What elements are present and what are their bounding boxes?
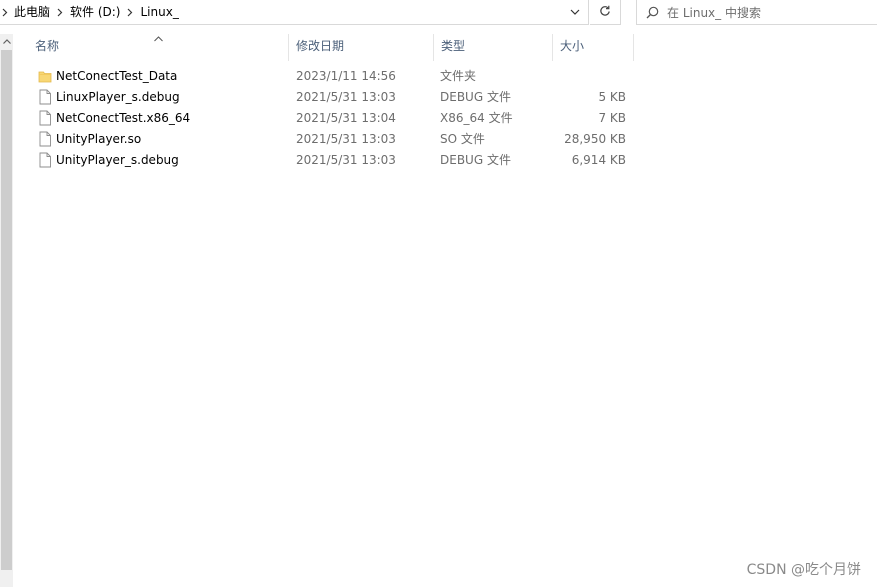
file-row-linuxplayer-debug[interactable]: LinuxPlayer_s.debug 2021/5/31 13:03 DEBU…: [28, 87, 648, 108]
file-date: 2021/5/31 13:03: [296, 132, 396, 146]
file-size: 6,914 KB: [571, 153, 626, 167]
file-size: 5 KB: [598, 90, 626, 104]
sort-ascending-icon: [154, 28, 163, 53]
file-name: NetConectTest_Data: [56, 69, 178, 83]
column-header-type-label: 类型: [441, 39, 466, 53]
column-header-type[interactable]: 类型: [434, 34, 553, 61]
breadcrumb-drive-d[interactable]: 软件 (D:): [66, 1, 124, 23]
file-icon: [38, 89, 52, 105]
file-row-unityplayer-so[interactable]: UnityPlayer.so 2021/5/31 13:03 SO 文件 28,…: [28, 129, 648, 150]
file-icon: [38, 131, 52, 147]
file-type: X86_64 文件: [440, 111, 513, 125]
file-date: 2021/5/31 13:04: [296, 111, 396, 125]
column-header-row: 名称 修改日期 类型 大小: [28, 34, 648, 61]
search-input[interactable]: 在 Linux_ 中搜索: [667, 4, 761, 21]
folder-icon: [38, 68, 52, 84]
column-header-date[interactable]: 修改日期: [289, 34, 434, 61]
file-type: DEBUG 文件: [440, 90, 511, 104]
file-name: UnityPlayer.so: [56, 132, 142, 146]
file-name: UnityPlayer_s.debug: [56, 153, 179, 167]
top-bar: 此电脑 软件 (D:) Linux_ 在 Linux_ 中搜索: [0, 0, 877, 25]
column-header-name-label: 名称: [35, 39, 60, 53]
file-size: 7 KB: [598, 111, 626, 125]
chevron-right-icon[interactable]: [0, 8, 10, 17]
vertical-scrollbar[interactable]: [0, 34, 13, 587]
chevron-right-icon[interactable]: [124, 8, 136, 17]
file-row-unityplayer-debug[interactable]: UnityPlayer_s.debug 2021/5/31 13:03 DEBU…: [28, 150, 648, 171]
file-icon: [38, 152, 52, 168]
scroll-up-arrow-icon[interactable]: [0, 34, 13, 48]
breadcrumb-linux-folder[interactable]: Linux_: [136, 1, 182, 23]
address-bar[interactable]: 此电脑 软件 (D:) Linux_: [0, 0, 589, 25]
file-type: SO 文件: [440, 132, 485, 146]
file-list: NetConectTest_Data 2023/1/11 14:56 文件夹 L…: [28, 66, 648, 171]
file-size: 28,950 KB: [564, 132, 626, 146]
file-row-netconecttest-x86-64[interactable]: NetConectTest.x86_64 2021/5/31 13:04 X86…: [28, 108, 648, 129]
scrollbar-thumb[interactable]: [1, 50, 12, 570]
column-header-size[interactable]: 大小: [553, 34, 634, 61]
file-name: NetConectTest.x86_64: [56, 111, 191, 125]
file-type: DEBUG 文件: [440, 153, 511, 167]
breadcrumb-this-pc[interactable]: 此电脑: [10, 1, 54, 23]
file-type: 文件夹: [440, 69, 477, 83]
chevron-down-icon[interactable]: [570, 0, 580, 24]
file-date: 2023/1/11 14:56: [296, 69, 396, 83]
chevron-right-icon[interactable]: [54, 8, 66, 17]
file-icon: [38, 110, 52, 126]
file-row-netconecttest-data[interactable]: NetConectTest_Data 2023/1/11 14:56 文件夹: [28, 66, 648, 87]
column-header-size-label: 大小: [560, 39, 585, 53]
file-size: [554, 66, 626, 87]
file-date: 2021/5/31 13:03: [296, 90, 396, 104]
column-header-name[interactable]: 名称: [28, 34, 289, 61]
column-header-date-label: 修改日期: [296, 39, 345, 53]
watermark: CSDN @吃个月饼: [746, 562, 861, 578]
search-icon: [637, 6, 667, 19]
refresh-button[interactable]: [590, 0, 621, 25]
file-name: LinuxPlayer_s.debug: [56, 90, 180, 104]
refresh-icon: [599, 5, 611, 20]
file-date: 2021/5/31 13:03: [296, 153, 396, 167]
search-box[interactable]: 在 Linux_ 中搜索: [636, 0, 877, 25]
